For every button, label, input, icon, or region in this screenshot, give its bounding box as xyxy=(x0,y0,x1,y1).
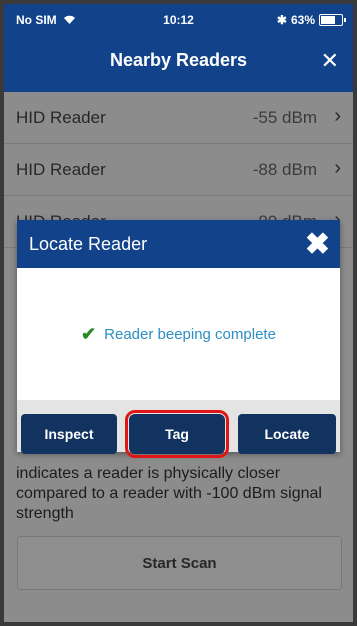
dialog-header: Locate Reader ✖ xyxy=(17,220,340,268)
status-bar: No SIM 10:12 ✱ 63% xyxy=(4,4,353,34)
bluetooth-icon: ✱ xyxy=(276,13,287,27)
dialog-body: ✔ Reader beeping complete xyxy=(17,268,340,400)
app-screen: No SIM 10:12 ✱ 63% Nearby Readers ✕ HID … xyxy=(4,4,353,622)
battery-percent: 63% xyxy=(290,13,315,27)
top-bar: No SIM 10:12 ✱ 63% Nearby Readers ✕ xyxy=(4,4,353,92)
status-right: ✱ 63% xyxy=(276,13,346,27)
inspect-button[interactable]: Inspect xyxy=(21,414,117,454)
dialog-title: Locate Reader xyxy=(29,234,148,254)
locate-button[interactable]: Locate xyxy=(238,414,336,454)
page-title: Nearby Readers xyxy=(109,50,248,70)
dialog-actions: Inspect Tag Locate xyxy=(17,400,340,458)
status-message: Reader beeping complete xyxy=(104,325,276,343)
nav-bar: Nearby Readers ✕ xyxy=(4,42,353,82)
close-icon[interactable]: ✖ xyxy=(305,227,330,262)
close-icon[interactable]: ✕ xyxy=(321,48,339,74)
locate-reader-dialog: Locate Reader ✖ ✔ Reader beeping complet… xyxy=(17,220,340,458)
battery-icon xyxy=(319,14,346,26)
battery-fill xyxy=(321,16,335,24)
tag-button[interactable]: Tag xyxy=(125,410,229,458)
checkmark-icon: ✔ xyxy=(81,323,97,344)
